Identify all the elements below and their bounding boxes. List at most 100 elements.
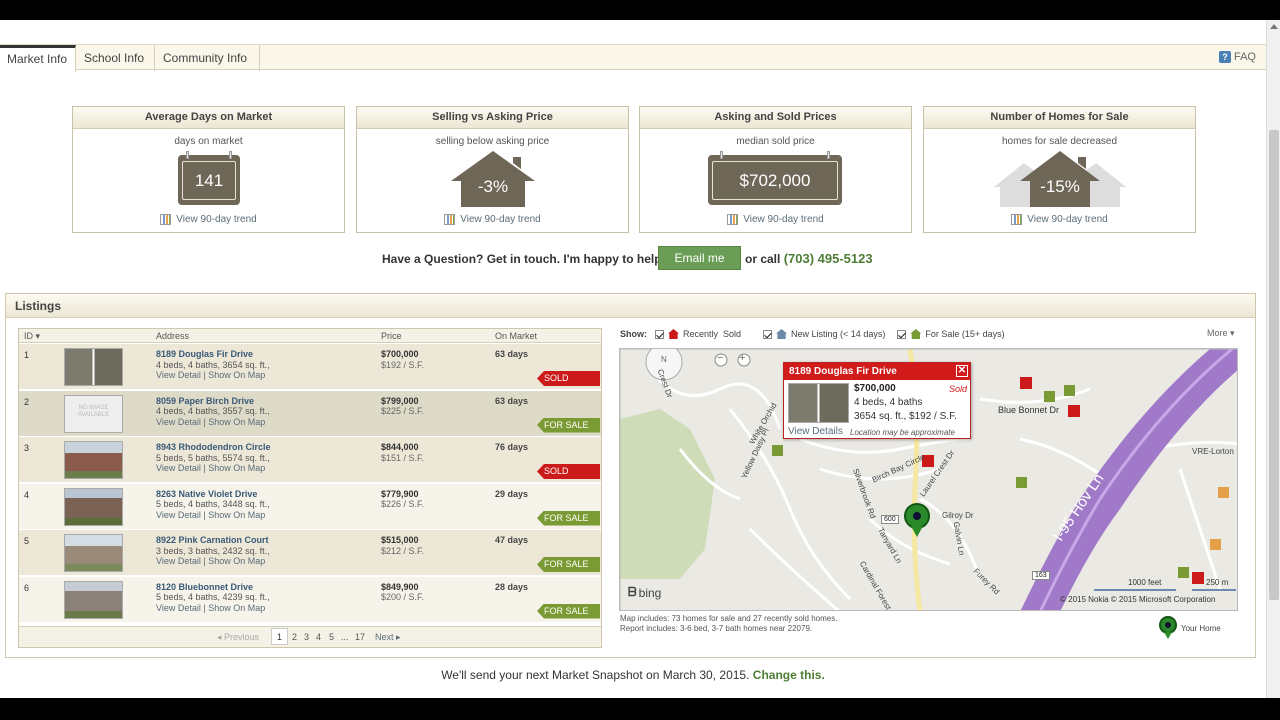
new-listing-label: New Listing (< 14 days) [791,329,886,339]
listing-links: View Detail | Show On Map [156,463,271,474]
listing-address-block: 8263 Native Violet Drive 5 beds, 4 baths,… [156,489,270,521]
page-5[interactable]: 5 [329,632,334,642]
show-on-map-link[interactable]: Show On Map [208,556,265,566]
zoom-out-icon[interactable]: − [717,352,723,364]
listing-links: View Detail | Show On Map [156,556,270,567]
recently-sold-checkbox[interactable] [655,329,664,339]
table-row[interactable]: 2 NO IMAGE AVAILABLE 8059 Paper Birch Driv… [19,390,601,437]
listing-price-block: $849,900 $200 / S.F. [381,582,424,603]
listing-price-block: $515,000 $212 / S.F. [381,535,424,556]
listing-address[interactable]: 8059 Paper Birch Drive [156,396,270,407]
faq-link[interactable]: ? FAQ [1218,51,1256,63]
listing-photo[interactable] [64,348,123,386]
tab-school-info[interactable]: School Info [77,45,155,71]
compass-n[interactable]: N [661,355,667,364]
table-row[interactable]: 6 8120 Bluebonnet Drive 5 beds, 4 baths, 4… [19,576,601,623]
view-detail-link[interactable]: View Detail [156,463,201,473]
table-row[interactable]: 4 8263 Native Violet Drive 5 beds, 4 baths… [19,483,601,530]
view-detail-link[interactable]: View Detail [156,510,201,520]
listing-days-on-market: 63 days [495,395,529,406]
table-row[interactable]: 5 8922 Pink Carnation Court 3 beds, 3 bath… [19,530,601,576]
listing-days-on-market: 63 days [495,349,529,359]
page-17[interactable]: 17 [355,632,365,642]
view-detail-link[interactable]: View Detail [156,417,201,427]
table-row[interactable]: 1 8189 Douglas Fir Drive 4 beds, 4 baths, … [19,344,601,390]
popup-header: 8189 Douglas Fir Drive ✕ [784,363,970,380]
listing-price-block: $799,000 $225 / S.F. [381,396,424,417]
view-trend-link[interactable]: View 90-day trend [924,214,1195,225]
col-on-market[interactable]: On Market [495,331,537,341]
listing-address[interactable]: 8922 Pink Carnation Court [156,535,270,546]
map-filters: Show: Recently Sold New Listing (< 14 da… [620,327,1005,341]
listing-days-on-market: 47 days [495,535,529,545]
vertical-scrollbar[interactable] [1266,20,1280,698]
map[interactable]: N − + Crest Dr White Orchid Yellow Daisy… [619,348,1238,611]
listing-photo[interactable] [64,534,123,572]
previous-link[interactable]: ◂ Previous [217,632,259,643]
trend-label: View 90-day trend [460,214,541,225]
col-price[interactable]: Price [381,331,402,341]
col-id[interactable]: ID ▾ [24,331,40,342]
card-title: Average Days on Market [73,107,344,129]
bar-chart-icon [727,214,739,225]
page-4[interactable]: 4 [316,632,321,642]
table-row[interactable]: 3 8943 Rhododendron Circle 5 beds, 5 baths… [19,437,601,483]
listing-address[interactable]: 8943 Rhododendron Circle [156,442,271,453]
view-trend-link[interactable]: View 90-day trend [73,214,344,225]
listing-price-per-sf: $151 / S.F. [381,452,425,463]
listing-price-per-sf: $225 / S.F. [381,406,425,416]
listing-links: View Detail | Show On Map [156,510,270,521]
col-address[interactable]: Address [156,331,189,341]
scroll-up-icon[interactable] [1270,24,1278,29]
card-value: $702,000 [712,161,838,200]
new-listing-checkbox[interactable] [763,329,773,339]
show-on-map-link[interactable]: Show On Map [208,463,265,473]
status-badge: SOLD [537,371,600,386]
road-label: Gilroy Dr [942,511,974,520]
listing-price-per-sf: $226 / S.F. [381,499,425,509]
listing-address[interactable]: 8263 Native Violet Drive [156,489,270,500]
listing-price: $779,900 [381,488,419,499]
view-detail-link[interactable]: View Detail [156,370,201,380]
zoom-in-icon[interactable]: + [739,352,745,364]
popup-status: Sold [948,384,967,394]
call-text: or call (703) 495-5123 [745,248,873,270]
bing-logo: ᗷ bing [628,585,661,600]
listing-photo[interactable] [64,487,123,526]
tab-market-info[interactable]: Market Info [0,45,76,72]
show-on-map-link[interactable]: Show On Map [208,510,265,520]
popup-approx-note: Location may be approximate [850,428,955,437]
phone-number[interactable]: (703) 495-5123 [784,251,873,266]
next-link[interactable]: Next ▸ [375,632,401,643]
page-3[interactable]: 3 [304,632,309,642]
for-sale-checkbox[interactable] [897,329,907,339]
popup-view-details-link[interactable]: View Details [788,426,843,437]
show-on-map-link[interactable]: Show On Map [208,417,265,427]
tab-community-info[interactable]: Community Info [156,45,260,71]
status-badge: SOLD [537,464,600,479]
view-trend-link[interactable]: View 90-day trend [357,214,628,225]
show-on-map-link[interactable]: Show On Map [208,603,265,613]
houses-icon: -15% [994,151,1126,207]
email-me-button[interactable]: Email me [658,246,741,270]
listing-photo[interactable] [64,580,123,619]
listing-address[interactable]: 8189 Douglas Fir Drive [156,349,270,360]
house-icon: -3% [451,151,535,207]
view-detail-link[interactable]: View Detail [156,603,201,613]
change-schedule-link[interactable]: Change this. [753,668,825,682]
view-trend-link[interactable]: View 90-day trend [640,214,911,225]
view-detail-link[interactable]: View Detail [156,556,201,566]
listing-photo[interactable]: NO IMAGE AVAILABLE [64,394,123,433]
scrollbar-thumb[interactable] [1269,130,1279,600]
listing-address[interactable]: 8120 Bluebonnet Drive [156,582,270,593]
popup-photo [788,383,849,423]
snapshot-footer: We'll send your next Market Snapshot on … [0,668,1266,682]
show-on-map-link[interactable]: Show On Map [208,370,265,380]
more-dropdown[interactable]: More ▾ [1207,328,1235,339]
listing-photo[interactable] [64,441,123,479]
page-2[interactable]: 2 [292,632,297,642]
page-1[interactable]: 1 [271,628,289,645]
close-icon[interactable]: ✕ [956,365,968,377]
your-home-label: Your Home [1181,623,1221,633]
listing-address-block: 8059 Paper Birch Drive 4 beds, 4 baths, 3… [156,396,270,428]
